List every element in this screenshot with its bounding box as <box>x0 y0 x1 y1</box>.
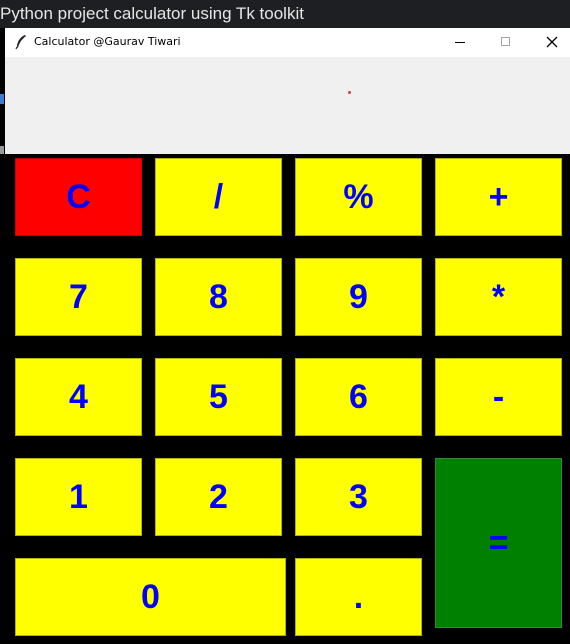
window-title: Calculator @Gaurav Tiwari <box>34 35 181 48</box>
screen: Python project calculator using Tk toolk… <box>0 0 570 644</box>
close-icon <box>546 36 558 48</box>
calculator-window: Calculator @Gaurav Tiwari C / % + 7 8 9 <box>5 28 570 644</box>
minimize-button[interactable] <box>437 28 483 57</box>
calculator-display[interactable] <box>5 57 570 154</box>
maximize-icon <box>501 37 510 46</box>
digit-4-button[interactable]: 4 <box>15 358 142 436</box>
host-window-strip: Python project calculator using Tk toolk… <box>0 0 570 28</box>
feather-icon <box>15 35 26 50</box>
host-window-title: Python project calculator using Tk toolk… <box>0 4 304 23</box>
clear-button[interactable]: C <box>15 158 142 236</box>
equals-button[interactable]: = <box>435 458 562 628</box>
close-button[interactable] <box>529 28 570 57</box>
multiply-button[interactable]: * <box>435 258 562 336</box>
digit-5-button[interactable]: 5 <box>155 358 282 436</box>
window-titlebar[interactable]: Calculator @Gaurav Tiwari <box>5 28 570 57</box>
display-cursor-dot <box>348 91 351 94</box>
digit-7-button[interactable]: 7 <box>15 258 142 336</box>
digit-6-button[interactable]: 6 <box>295 358 422 436</box>
maximize-button[interactable] <box>483 28 529 57</box>
divide-button[interactable]: / <box>155 158 282 236</box>
digit-1-button[interactable]: 1 <box>15 458 142 536</box>
digit-3-button[interactable]: 3 <box>295 458 422 536</box>
digit-8-button[interactable]: 8 <box>155 258 282 336</box>
digit-0-button[interactable]: 0 <box>15 558 286 636</box>
decimal-point-button[interactable]: . <box>295 558 422 636</box>
minus-button[interactable]: - <box>435 358 562 436</box>
host-window-edge-marker <box>0 146 4 154</box>
percent-button[interactable]: % <box>295 158 422 236</box>
minimize-icon <box>455 42 465 43</box>
host-window-edge-marker <box>0 94 4 104</box>
digit-2-button[interactable]: 2 <box>155 458 282 536</box>
digit-9-button[interactable]: 9 <box>295 258 422 336</box>
plus-button[interactable]: + <box>435 158 562 236</box>
